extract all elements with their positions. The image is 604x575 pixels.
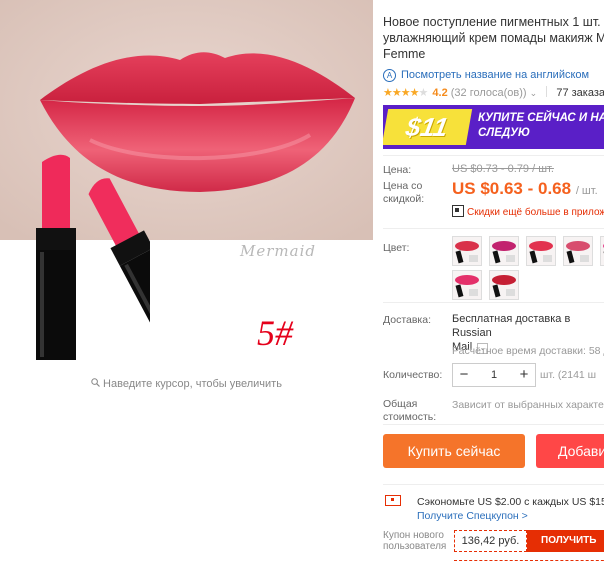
price-unit: / шт. — [576, 185, 598, 197]
color-swatch-shade-1[interactable] — [452, 236, 482, 266]
rating-value: 4.2 — [432, 87, 447, 99]
total-note: Зависит от выбранных характери — [452, 399, 604, 411]
search-icon — [91, 378, 100, 390]
color-swatch-shade-2[interactable] — [489, 236, 519, 266]
promo-banner[interactable]: $11 КУПИТЕ СЕЙЧАС И НА СЛЕДУЮ — [383, 105, 604, 149]
total-label: Общая стоимость: — [383, 398, 443, 424]
get-coupon-button[interactable]: ПОЛУЧИТЬ — [527, 530, 604, 552]
product-title: Новое поступление пигментных 1 шт. увлаж… — [383, 14, 604, 62]
translate-link[interactable]: A Посмотреть название на английском — [383, 69, 589, 82]
quantity-input[interactable] — [477, 364, 511, 386]
product-image[interactable]: Mermaid 5# — [0, 0, 373, 372]
delivery-time: Расчётное время доставки: 58 д — [452, 345, 604, 357]
old-price: US $0.73 - 0.79 / шт. — [452, 163, 554, 175]
shipping-label: Доставка: — [383, 314, 431, 327]
rating-row: ★★★★★ 4.2 (32 голоса(ов)) ⌄ 77 заказа( — [383, 86, 604, 99]
divider — [383, 228, 604, 229]
price-label: Цена: — [383, 164, 411, 177]
save-offer-text: Сэкономьте US $2.00 с каждых US $15.00 — [417, 496, 604, 508]
divider — [383, 424, 604, 425]
rating-stars-icon: ★★★★★ — [383, 87, 427, 99]
coupon-icon — [385, 495, 401, 506]
zoom-hint: Наведите курсор, чтобы увеличить — [0, 378, 373, 390]
decrease-quantity-button[interactable]: − — [453, 364, 475, 386]
color-swatch-shade-5[interactable] — [600, 236, 604, 266]
translate-icon: A — [383, 69, 396, 82]
buy-now-button[interactable]: Купить сейчас — [383, 434, 525, 468]
add-to-cart-button[interactable]: Добави — [536, 434, 604, 468]
color-swatch-shade-7[interactable] — [489, 270, 519, 300]
app-deal-text: Скидки ещё больше в прилож — [467, 207, 604, 218]
translate-link-text: Посмотреть название на английском — [401, 69, 589, 81]
shade-number: 5# — [257, 312, 293, 354]
orders-count: 77 заказа( — [556, 87, 604, 99]
increase-quantity-button[interactable]: + — [513, 364, 535, 386]
reviews-link[interactable]: (32 голоса(ов)) — [451, 87, 527, 99]
shipping-text: Бесплатная доставка в Russian — [452, 313, 570, 339]
divider — [383, 484, 604, 485]
divider — [546, 86, 547, 97]
discount-price: US $0.63 - 0.68 / шт. — [452, 179, 598, 199]
new-user-coupon-label: Купон нового пользователя — [383, 530, 449, 552]
quantity-stepper: − + — [452, 363, 536, 387]
discount-price-value: US $0.63 - 0.68 — [452, 179, 571, 198]
zoom-hint-text: Наведите курсор, чтобы увеличить — [103, 378, 282, 390]
qr-code-icon — [452, 205, 464, 217]
banner-price: $11 — [383, 109, 472, 145]
color-swatch-shade-6[interactable] — [452, 270, 482, 300]
app-deal-link[interactable]: Скидки ещё больше в прилож — [452, 205, 604, 218]
quantity-available: шт. (2141 ш — [540, 369, 596, 381]
discount-price-label: Цена со скидкой: — [383, 180, 443, 206]
divider — [383, 155, 604, 156]
new-user-coupon-value: 136,42 руб. — [454, 530, 527, 552]
color-swatch-shade-4[interactable] — [563, 236, 593, 266]
color-swatches — [452, 236, 604, 306]
quantity-label: Количество: — [383, 369, 442, 382]
coupon-strip — [454, 560, 604, 575]
image-watermark: Mermaid — [240, 242, 316, 260]
get-special-coupon-link[interactable]: Получите Спецкупон > — [417, 510, 528, 522]
chevron-down-icon[interactable]: ⌄ — [530, 88, 538, 98]
divider — [383, 302, 604, 303]
banner-text: КУПИТЕ СЕЙЧАС И НА СЛЕДУЮ — [478, 111, 604, 141]
color-swatch-shade-3[interactable] — [526, 236, 556, 266]
lipstick-illustration — [30, 150, 150, 370]
color-label: Цвет: — [383, 242, 409, 255]
